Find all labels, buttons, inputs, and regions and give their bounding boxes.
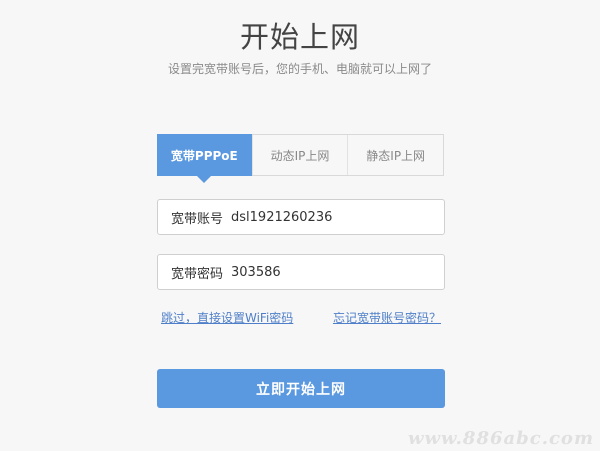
forgot-credentials-link[interactable]: 忘记宽带账号密码？ xyxy=(333,309,441,326)
watermark: www.886abc.com xyxy=(407,428,594,449)
tab-pppoe[interactable]: 宽带PPPoE xyxy=(157,134,252,183)
account-label: 宽带账号 xyxy=(171,211,224,227)
page-subtitle: 设置完宽带账号后，您的手机、电脑就可以上网了 xyxy=(167,62,432,76)
password-field: 宽带密码 xyxy=(157,254,445,290)
tab-dynamic-ip[interactable]: 动态IP上网 xyxy=(251,135,348,175)
password-label: 宽带密码 xyxy=(171,266,224,282)
page-title: 开始上网 xyxy=(239,20,360,54)
start-internet-button[interactable]: 立即开始上网 xyxy=(157,369,445,408)
connection-type-tabs: 宽带PPPoE 动态IP上网 静态IP上网 xyxy=(157,134,444,183)
tab-static-ip[interactable]: 静态IP上网 xyxy=(347,135,443,175)
account-field: 宽带账号 xyxy=(157,199,445,235)
password-input[interactable] xyxy=(231,264,422,280)
skip-to-wifi-link[interactable]: 跳过，直接设置WiFi密码 xyxy=(161,309,293,326)
account-input[interactable] xyxy=(231,209,422,225)
